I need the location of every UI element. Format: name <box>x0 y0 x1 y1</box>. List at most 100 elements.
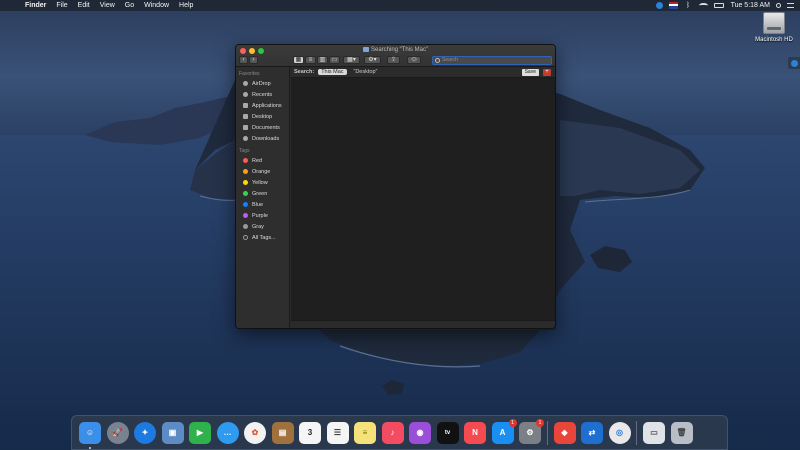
notification-badge: 1 <box>536 418 544 427</box>
sidebar-tag-label: Yellow <box>252 179 268 186</box>
dock-notes[interactable]: ≡ <box>354 421 376 444</box>
download-icon <box>243 136 248 141</box>
dock-podcasts[interactable]: ◉ <box>409 421 431 444</box>
list-view-button[interactable]: ≡ <box>305 56 316 64</box>
dock-tv[interactable]: tv <box>436 421 459 444</box>
dock-reminders[interactable]: ☰ <box>326 421 349 444</box>
us-flag-input-icon[interactable] <box>668 2 678 9</box>
status-menus: ᛒ Tue 5:18 AM <box>650 2 794 9</box>
spotlight-icon[interactable] <box>776 3 781 8</box>
battery-icon[interactable] <box>713 3 724 8</box>
dock-facetime[interactable]: ▶ <box>189 421 211 444</box>
forward-button[interactable]: › <box>249 56 258 64</box>
tag-dot-icon <box>243 158 248 163</box>
sidebar-item-recents[interactable]: Recents <box>236 89 289 100</box>
dock-launchpad[interactable]: 🚀 <box>106 421 129 444</box>
sidebar-item-label: AirDrop <box>252 80 271 87</box>
add-criteria-button[interactable]: + <box>543 69 551 76</box>
safari-icon: ✦ <box>141 428 149 437</box>
sidebar-tag-green[interactable]: Green <box>236 188 289 199</box>
dock-calendar[interactable]: 3 <box>299 421 321 444</box>
back-button[interactable]: ‹ <box>239 56 248 64</box>
tag-dot-icon <box>243 224 248 229</box>
dock-app-store[interactable]: A1 <box>491 418 517 444</box>
teamviewer-icon: ⇄ <box>588 428 596 437</box>
tags-button[interactable]: ⬭ <box>407 56 421 64</box>
dock-music[interactable]: ♪ <box>381 421 404 444</box>
search-results-area[interactable] <box>291 78 555 320</box>
icon-view-button[interactable]: ▦ <box>293 56 304 64</box>
menubar-clock[interactable]: Tue 5:18 AM <box>731 2 770 9</box>
dock-messages[interactable]: … <box>216 421 239 444</box>
sidebar-tag-blue[interactable]: Blue <box>236 199 289 210</box>
dock-separator <box>546 420 548 445</box>
menu-finder[interactable]: Finder <box>25 2 46 9</box>
sidebar-tag-gray[interactable]: Gray <box>236 221 289 232</box>
sidebar-item-desktop[interactable]: Desktop <box>236 111 289 122</box>
notification-center-icon[interactable] <box>787 3 794 8</box>
dock-preview[interactable]: ▣ <box>161 421 184 444</box>
sidebar-item-downloads[interactable]: Downloads <box>236 133 289 144</box>
dock-photos[interactable]: ✿ <box>244 421 266 444</box>
dock-news[interactable]: N <box>464 421 486 444</box>
trash-icon: 🗑 <box>676 428 687 437</box>
menu-edit[interactable]: Edit <box>78 2 90 9</box>
menu-window[interactable]: Window <box>144 2 169 9</box>
sidebar-item-documents[interactable]: Documents <box>236 122 289 133</box>
search-input[interactable]: Search <box>432 56 552 65</box>
gallery-view-button[interactable]: ▭ <box>329 56 340 64</box>
sidebar-tag-purple[interactable]: Purple <box>236 210 289 221</box>
dock-teamviewer[interactable]: ⇄ <box>581 421 603 444</box>
sidebar-item-label: Applications <box>252 102 282 109</box>
scope-desktop[interactable]: “Desktop” <box>351 69 381 75</box>
airdrop-icon <box>243 81 248 86</box>
dock-system-preferences[interactable]: ⚙ 1 <box>519 418 544 444</box>
facetime-icon: ▶ <box>196 428 204 437</box>
dock-documents-stack[interactable]: ▭ <box>643 421 665 444</box>
sidebar-tag-yellow[interactable]: Yellow <box>236 177 289 188</box>
teamviewer-widget[interactable] <box>788 57 800 69</box>
dock-separator <box>636 420 637 445</box>
sidebar-item-airdrop[interactable]: AirDrop <box>236 78 289 89</box>
menu-view[interactable]: View <box>100 2 115 9</box>
search-scope-bar: Search: This Mac “Desktop” Save + <box>291 67 555 78</box>
sidebar-item-label: Downloads <box>252 135 280 142</box>
bluetooth-icon[interactable]: ᛒ <box>684 2 693 9</box>
dock-anydesk[interactable]: ◆ <box>553 421 576 444</box>
teamviewer-icon <box>790 59 798 67</box>
app-store-icon: A <box>499 428 506 437</box>
search-folder-icon <box>362 47 369 52</box>
dock-notefile[interactable]: ▤ <box>271 421 294 444</box>
dock-finder[interactable]: ☺ <box>79 421 101 449</box>
sidebar-item-applications[interactable]: Applications <box>236 100 289 111</box>
dock-chrome[interactable]: ◎ <box>608 421 631 444</box>
sidebar-tag-red[interactable]: Red <box>236 155 289 166</box>
scope-this-mac[interactable]: This Mac <box>318 69 347 75</box>
action-gear-button[interactable]: ⚙▾ <box>364 56 381 64</box>
sidebar-item-label: Desktop <box>252 113 273 120</box>
sidebar-tag-label: Green <box>252 190 268 197</box>
dock-trash[interactable]: 🗑 <box>670 421 693 444</box>
group-by-button[interactable]: ▦▾ <box>343 56 360 64</box>
share-button[interactable]: ⇪ <box>387 56 400 64</box>
menu-go[interactable]: Go <box>125 2 134 9</box>
chrome-icon: ◎ <box>616 428 623 437</box>
menu-help[interactable]: Help <box>179 2 193 9</box>
dock-safari[interactable]: ✦ <box>134 421 156 444</box>
tag-dot-icon <box>243 213 248 218</box>
wifi-icon[interactable] <box>698 3 708 8</box>
document-icon <box>243 125 248 130</box>
sidebar-tag-orange[interactable]: Orange <box>236 166 289 177</box>
macintosh-hd-icon[interactable]: Macintosh HD <box>752 12 796 52</box>
sidebar-tags-header: Tags <box>239 148 250 154</box>
column-view-button[interactable]: ▥ <box>317 56 328 64</box>
search-icon <box>435 58 440 63</box>
window-title-text: Searching “This Mac” <box>370 47 429 54</box>
window-titlebar[interactable]: Searching “This Mac” ‹ › ▦ ≡ ▥ ▭ ▦▾ ⚙▾ ⇪… <box>236 45 555 67</box>
save-search-button[interactable]: Save <box>521 69 539 76</box>
menu-file[interactable]: File <box>56 2 67 9</box>
window-title: Searching “This Mac” <box>236 47 555 53</box>
tag-dot-icon <box>243 202 248 207</box>
sidebar-all-tags[interactable]: All Tags... <box>236 232 289 243</box>
teamviewer-status-icon[interactable] <box>655 2 663 9</box>
